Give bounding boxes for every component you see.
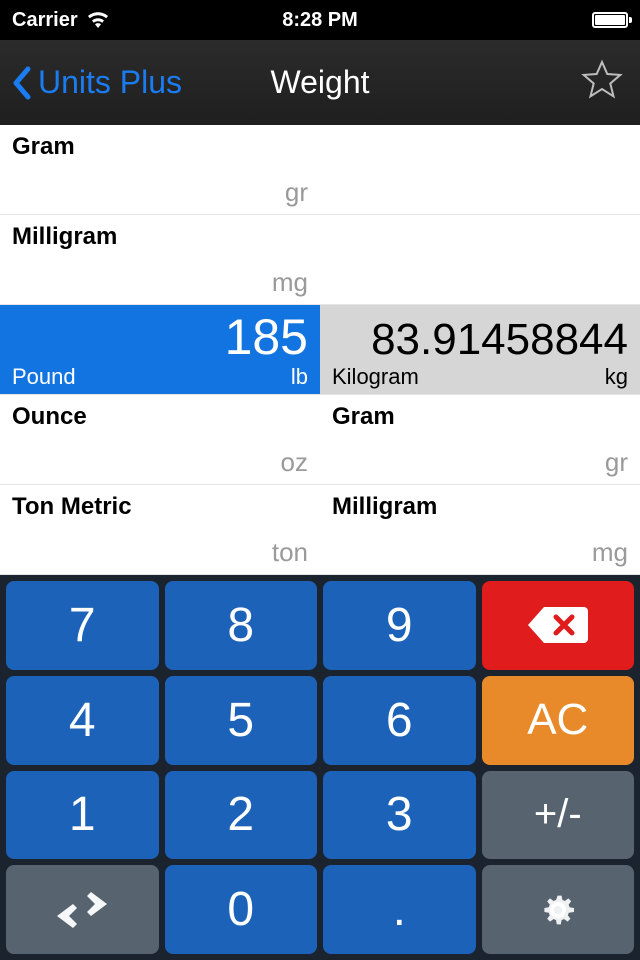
key-4[interactable]: 4 bbox=[6, 676, 159, 765]
unit-abbr: ton bbox=[272, 537, 308, 568]
key-6[interactable]: 6 bbox=[323, 676, 476, 765]
unit-name: Kilogram bbox=[332, 364, 419, 390]
unit-name: Milligram bbox=[332, 493, 628, 521]
back-label: Units Plus bbox=[38, 64, 182, 101]
star-icon bbox=[580, 58, 624, 102]
unit-cell-gram-right[interactable]: Gram gr bbox=[320, 395, 640, 485]
key-backspace[interactable] bbox=[482, 581, 635, 670]
unit-cell-gram-left[interactable]: Gram gr bbox=[0, 125, 320, 215]
key-3[interactable]: 3 bbox=[323, 771, 476, 860]
key-7[interactable]: 7 bbox=[6, 581, 159, 670]
keypad: 7 8 9 4 5 6 AC 1 2 3 +/- 0 . bbox=[0, 575, 640, 960]
unit-abbr: lb bbox=[291, 364, 308, 390]
unit-cell-milligram-right[interactable]: Milligram mg bbox=[320, 485, 640, 575]
favorite-button[interactable] bbox=[580, 58, 624, 107]
wifi-icon bbox=[86, 11, 110, 29]
key-plus-minus[interactable]: +/- bbox=[482, 771, 635, 860]
unit-abbr: gr bbox=[605, 447, 628, 478]
unit-abbr: oz bbox=[281, 447, 308, 478]
gear-icon bbox=[536, 888, 580, 932]
carrier-label: Carrier bbox=[12, 9, 78, 32]
unit-abbr: gr bbox=[285, 177, 308, 208]
key-2[interactable]: 2 bbox=[165, 771, 318, 860]
backspace-icon bbox=[526, 605, 590, 645]
battery-icon bbox=[592, 12, 628, 28]
key-5[interactable]: 5 bbox=[165, 676, 318, 765]
back-button[interactable]: Units Plus bbox=[0, 61, 182, 105]
unit-abbr: kg bbox=[605, 364, 628, 390]
unit-name: Gram bbox=[12, 133, 308, 161]
output-value: 83.91458844 bbox=[332, 318, 628, 362]
unit-abbr: mg bbox=[272, 267, 308, 298]
unit-cell-ounce[interactable]: Ounce oz bbox=[0, 395, 320, 485]
nav-bar: Units Plus Weight bbox=[0, 40, 640, 125]
status-bar: Carrier 8:28 PM bbox=[0, 0, 640, 40]
unit-name: Ton Metric bbox=[12, 493, 308, 521]
unit-cell-milligram-left[interactable]: Milligram mg bbox=[0, 215, 320, 305]
chevron-left-icon bbox=[8, 61, 38, 105]
key-settings[interactable] bbox=[482, 865, 635, 954]
key-0[interactable]: 0 bbox=[165, 865, 318, 954]
key-8[interactable]: 8 bbox=[165, 581, 318, 670]
unit-cell-kilogram-selected[interactable]: 83.91458844 Kilogram kg bbox=[320, 305, 640, 395]
unit-name: Pound bbox=[12, 364, 76, 390]
key-1[interactable]: 1 bbox=[6, 771, 159, 860]
unit-abbr: mg bbox=[592, 537, 628, 568]
unit-name: Ounce bbox=[12, 403, 308, 431]
unit-cell-ton[interactable]: Ton Metric ton bbox=[0, 485, 320, 575]
unit-cell-empty-1[interactable] bbox=[320, 215, 640, 305]
swap-icon bbox=[55, 892, 109, 928]
key-ac[interactable]: AC bbox=[482, 676, 635, 765]
key-swap[interactable] bbox=[6, 865, 159, 954]
unit-name: Gram bbox=[332, 403, 628, 431]
key-9[interactable]: 9 bbox=[323, 581, 476, 670]
input-value: 185 bbox=[12, 312, 308, 362]
unit-cell-pound-selected[interactable]: 185 Pound lb bbox=[0, 305, 320, 395]
key-decimal[interactable]: . bbox=[323, 865, 476, 954]
unit-cell-empty-0[interactable] bbox=[320, 125, 640, 215]
unit-name: Milligram bbox=[12, 223, 308, 251]
conversion-list: Gram gr Milligram mg 185 Pound lb 83.914… bbox=[0, 125, 640, 575]
